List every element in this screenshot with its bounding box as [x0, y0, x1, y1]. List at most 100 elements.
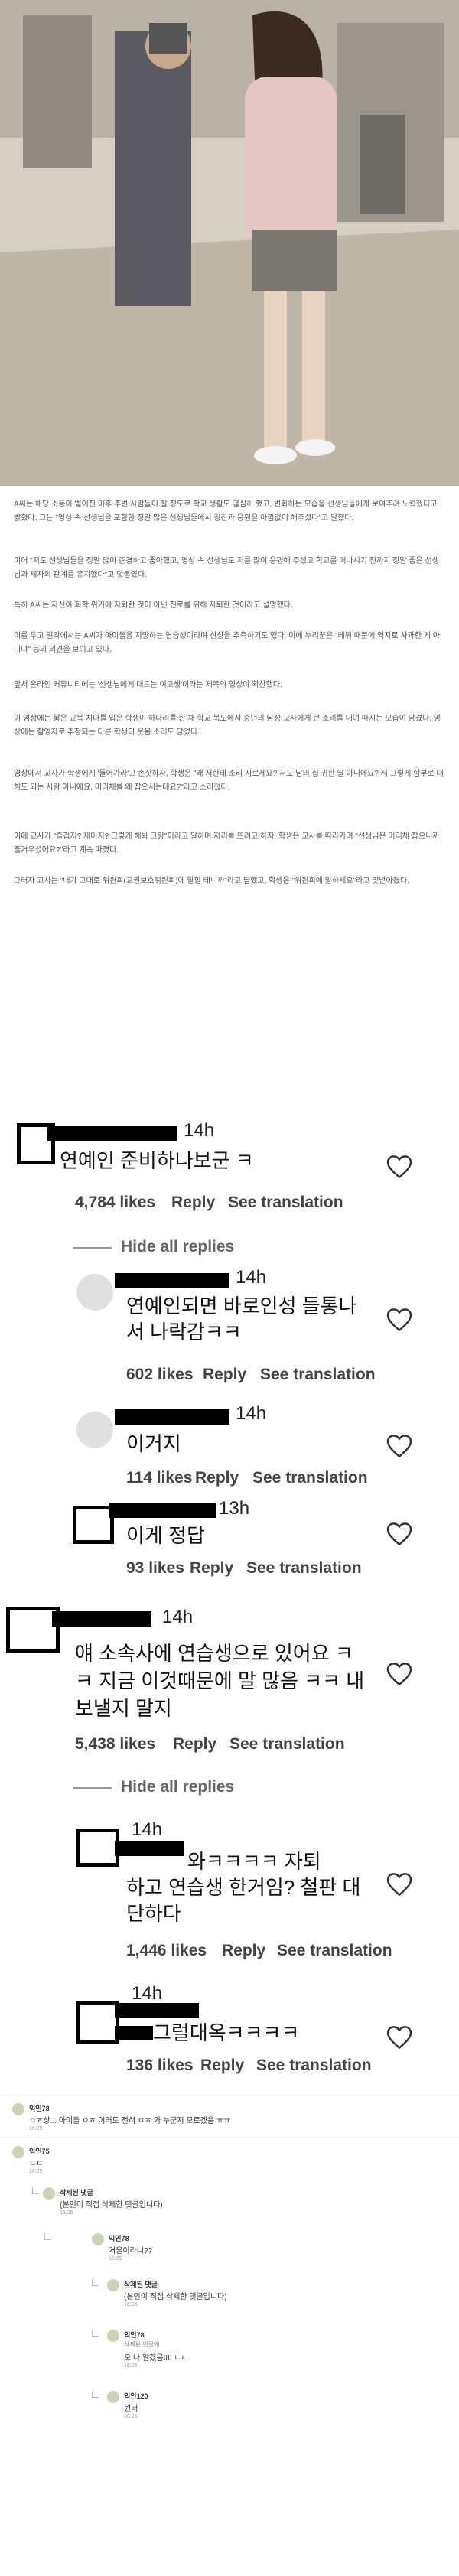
article-paragraph: 그러자 교사는 "내가 그대로 위원회(교권보호위원회)에 말할 테니까"라고 … — [14, 877, 409, 885]
see-translation-button[interactable]: See translation — [246, 1559, 362, 1578]
avatar — [12, 2146, 24, 2158]
heart-icon[interactable] — [386, 1155, 412, 1178]
comment-text: 그럴대옥ㅋㅋㅋㅋ — [153, 2021, 300, 2044]
avatar[interactable] — [76, 1274, 113, 1311]
comment-text: 이거지 — [126, 1432, 181, 1455]
heart-icon[interactable] — [386, 2026, 412, 2049]
see-translation-button[interactable]: See translation — [256, 2057, 372, 2075]
avatar[interactable] — [76, 2001, 119, 2044]
comment-text: 거울이라니?? — [109, 2247, 153, 2255]
comment-text: 하고 연습생 한거임? 철판 대 — [126, 1876, 361, 1899]
likes-count[interactable]: 93 likes — [126, 1559, 184, 1578]
reply-button[interactable]: Reply — [203, 1366, 246, 1384]
see-translation-button[interactable]: See translation — [277, 1942, 392, 1960]
comment-time: 16:25 — [109, 2256, 122, 2262]
comment-author: 익인120 — [124, 2392, 148, 2400]
avatar[interactable] — [73, 1506, 114, 1544]
comment-time: 16:25 — [29, 2126, 43, 2131]
reply-arrow-icon — [92, 2391, 99, 2398]
comment-author: 익인78 — [124, 2331, 145, 2339]
article-paragraph: 이어 "저도 선생님들을 정말 많이 존경하고 좋아했고, 영상 속 선생님도 … — [14, 557, 439, 579]
reply-button[interactable]: Reply — [173, 1735, 216, 1754]
reply-button[interactable]: Reply — [200, 2057, 244, 2075]
heart-icon[interactable] — [386, 1873, 412, 1896]
comment-time: 14h — [236, 1267, 267, 1288]
likes-count[interactable]: 1,446 likes — [126, 1942, 207, 1960]
see-translation-button[interactable]: See translation — [228, 1194, 343, 1212]
reply-button[interactable]: Reply — [222, 1942, 265, 1960]
redacted-username — [52, 1611, 151, 1627]
comment-text: 이게 정답 — [126, 1524, 205, 1547]
see-translation-button[interactable]: See translation — [230, 1735, 345, 1754]
likes-count[interactable]: 602 likes — [126, 1366, 194, 1384]
heart-icon[interactable] — [386, 1435, 412, 1457]
comment-author: 익인78 — [29, 2105, 50, 2112]
heart-icon[interactable] — [386, 1522, 412, 1545]
hide-replies-button[interactable]: Hide all replies — [73, 1238, 234, 1256]
reply-button[interactable]: Reply — [171, 1194, 215, 1212]
comment-text: 연예인 준비하나보군 ㅋ — [60, 1149, 254, 1172]
redacted-username — [115, 2026, 153, 2040]
divider — [0, 2137, 459, 2138]
avatar[interactable] — [76, 1412, 113, 1448]
likes-count[interactable]: 5,438 likes — [75, 1735, 155, 1754]
article-body: A씨는 해당 소동이 벌어진 이후 주변 사람들이 잘 정도로 학교 생활도 열… — [0, 486, 459, 1125]
article-paragraph: 이에 교사가 "즐겁지? 재미지? 그렇게 해봐 그랑"이라고 말하며 자리를 … — [14, 832, 440, 855]
reply-button[interactable]: Reply — [195, 1469, 239, 1487]
comment-text: 서 나락감ㅋㅋ — [126, 1321, 242, 1343]
article-paragraph: 특히 A씨는 자신이 회학 위기에 자퇴한 것이 아닌 진로를 위해 자퇴한 것… — [14, 601, 293, 610]
article-paragraph: 이를 두고 일각에서는 A씨가 아이돌을 지망하는 연습생이라며 신상을 추측하… — [14, 632, 441, 654]
comment-time: 16:25 — [29, 2169, 43, 2174]
news-photo — [0, 0, 459, 486]
see-translation-button[interactable]: See translation — [260, 1366, 376, 1384]
comment-panel-2: 14h 얘 소속사에 연습생으로 있어요 ㅋ ㅋ 지금 이것때문에 말 많음 ㅋ… — [0, 1597, 459, 2087]
redacted-username — [115, 1409, 230, 1425]
likes-count[interactable]: 114 likes — [126, 1469, 192, 1487]
redacted-username — [115, 2003, 199, 2018]
comment-time: 16:25 — [124, 2363, 138, 2369]
comment-time: 14h — [236, 1403, 267, 1424]
likes-count[interactable]: 4,784 likes — [75, 1194, 155, 1212]
comment-text: 얘 소속사에 연습생으로 있어요 ㅋ — [75, 1642, 353, 1665]
avatar[interactable] — [76, 1829, 119, 1867]
comment-author: 삭제된 댓글 — [124, 2281, 158, 2288]
comment-time: 16:25 — [124, 2302, 138, 2307]
reply-button[interactable]: Reply — [190, 1559, 233, 1578]
reply-arrow-icon — [32, 2187, 39, 2194]
comment-time: 14h — [184, 1120, 215, 1141]
comment-text: 연예인되면 바로인성 들통나 — [126, 1295, 357, 1317]
comment-author: 익인75 — [29, 2148, 50, 2155]
see-translation-button[interactable]: See translation — [252, 1469, 368, 1487]
article-paragraph: 이 영상에는 짧은 교복 치마를 입은 학생이 하다리를 한 채 학교 복도에서… — [14, 715, 441, 737]
avatar — [43, 2187, 55, 2200]
comment-text: ㅋ 지금 이것때문에 말 많음 ㅋㅋ 내 — [75, 1669, 365, 1692]
comment-author: 삭제된 댓글 — [60, 2189, 93, 2197]
redacted-username — [115, 1273, 230, 1288]
comment-time: 16:25 — [124, 2414, 138, 2419]
hide-replies-button[interactable]: Hide all replies — [73, 1778, 234, 1796]
comment-time: 14h — [132, 1819, 163, 1840]
comment-text: 단하다 — [126, 1902, 181, 1925]
community-comment-list: 익인78 ㅇㅎ상... 아이돌 ㅇㅎ 이러도 전혀 ㅇㅎ 가 누군지 모르겠음 … — [0, 2092, 459, 2576]
article-paragraph: 영상에서 교사가 학생에게 '들어가라'고 손짓하자, 학생은 "왜 저한테 소… — [14, 770, 444, 792]
avatar — [92, 2233, 104, 2245]
comment-text: 보낼지 말지 — [75, 1697, 172, 1720]
likes-count[interactable]: 136 likes — [126, 2057, 194, 2075]
comment-text: 와ㅋㅋㅋㅋ 자퇴 — [187, 1850, 321, 1873]
heart-icon[interactable] — [386, 1663, 412, 1685]
article-paragraph: 앞서 온라인 커뮤니티에는 '선생님에게 대드는 여고생'이라는 제목의 영상이… — [14, 681, 282, 689]
comment-time: 14h — [162, 1607, 194, 1627]
redacted-username — [109, 1503, 216, 1518]
avatar — [107, 2391, 119, 2403]
avatar — [107, 2279, 119, 2291]
comment-text: ㄴㄷ — [29, 2160, 44, 2168]
redacted-username — [115, 1841, 184, 1856]
comment-text: 윈터 — [124, 2405, 138, 2413]
heart-icon[interactable] — [386, 1308, 412, 1331]
reply-arrow-icon — [44, 2233, 51, 2240]
comment-panel-1: 14h 연예인 준비하나보군 ㅋ 4,784 likes Reply See t… — [0, 1109, 459, 1584]
comment-time: 16:25 — [60, 2210, 73, 2216]
comment-time: 14h — [132, 1983, 163, 2004]
reply-arrow-icon — [92, 2330, 99, 2337]
reply-arrow-icon — [92, 2279, 99, 2286]
